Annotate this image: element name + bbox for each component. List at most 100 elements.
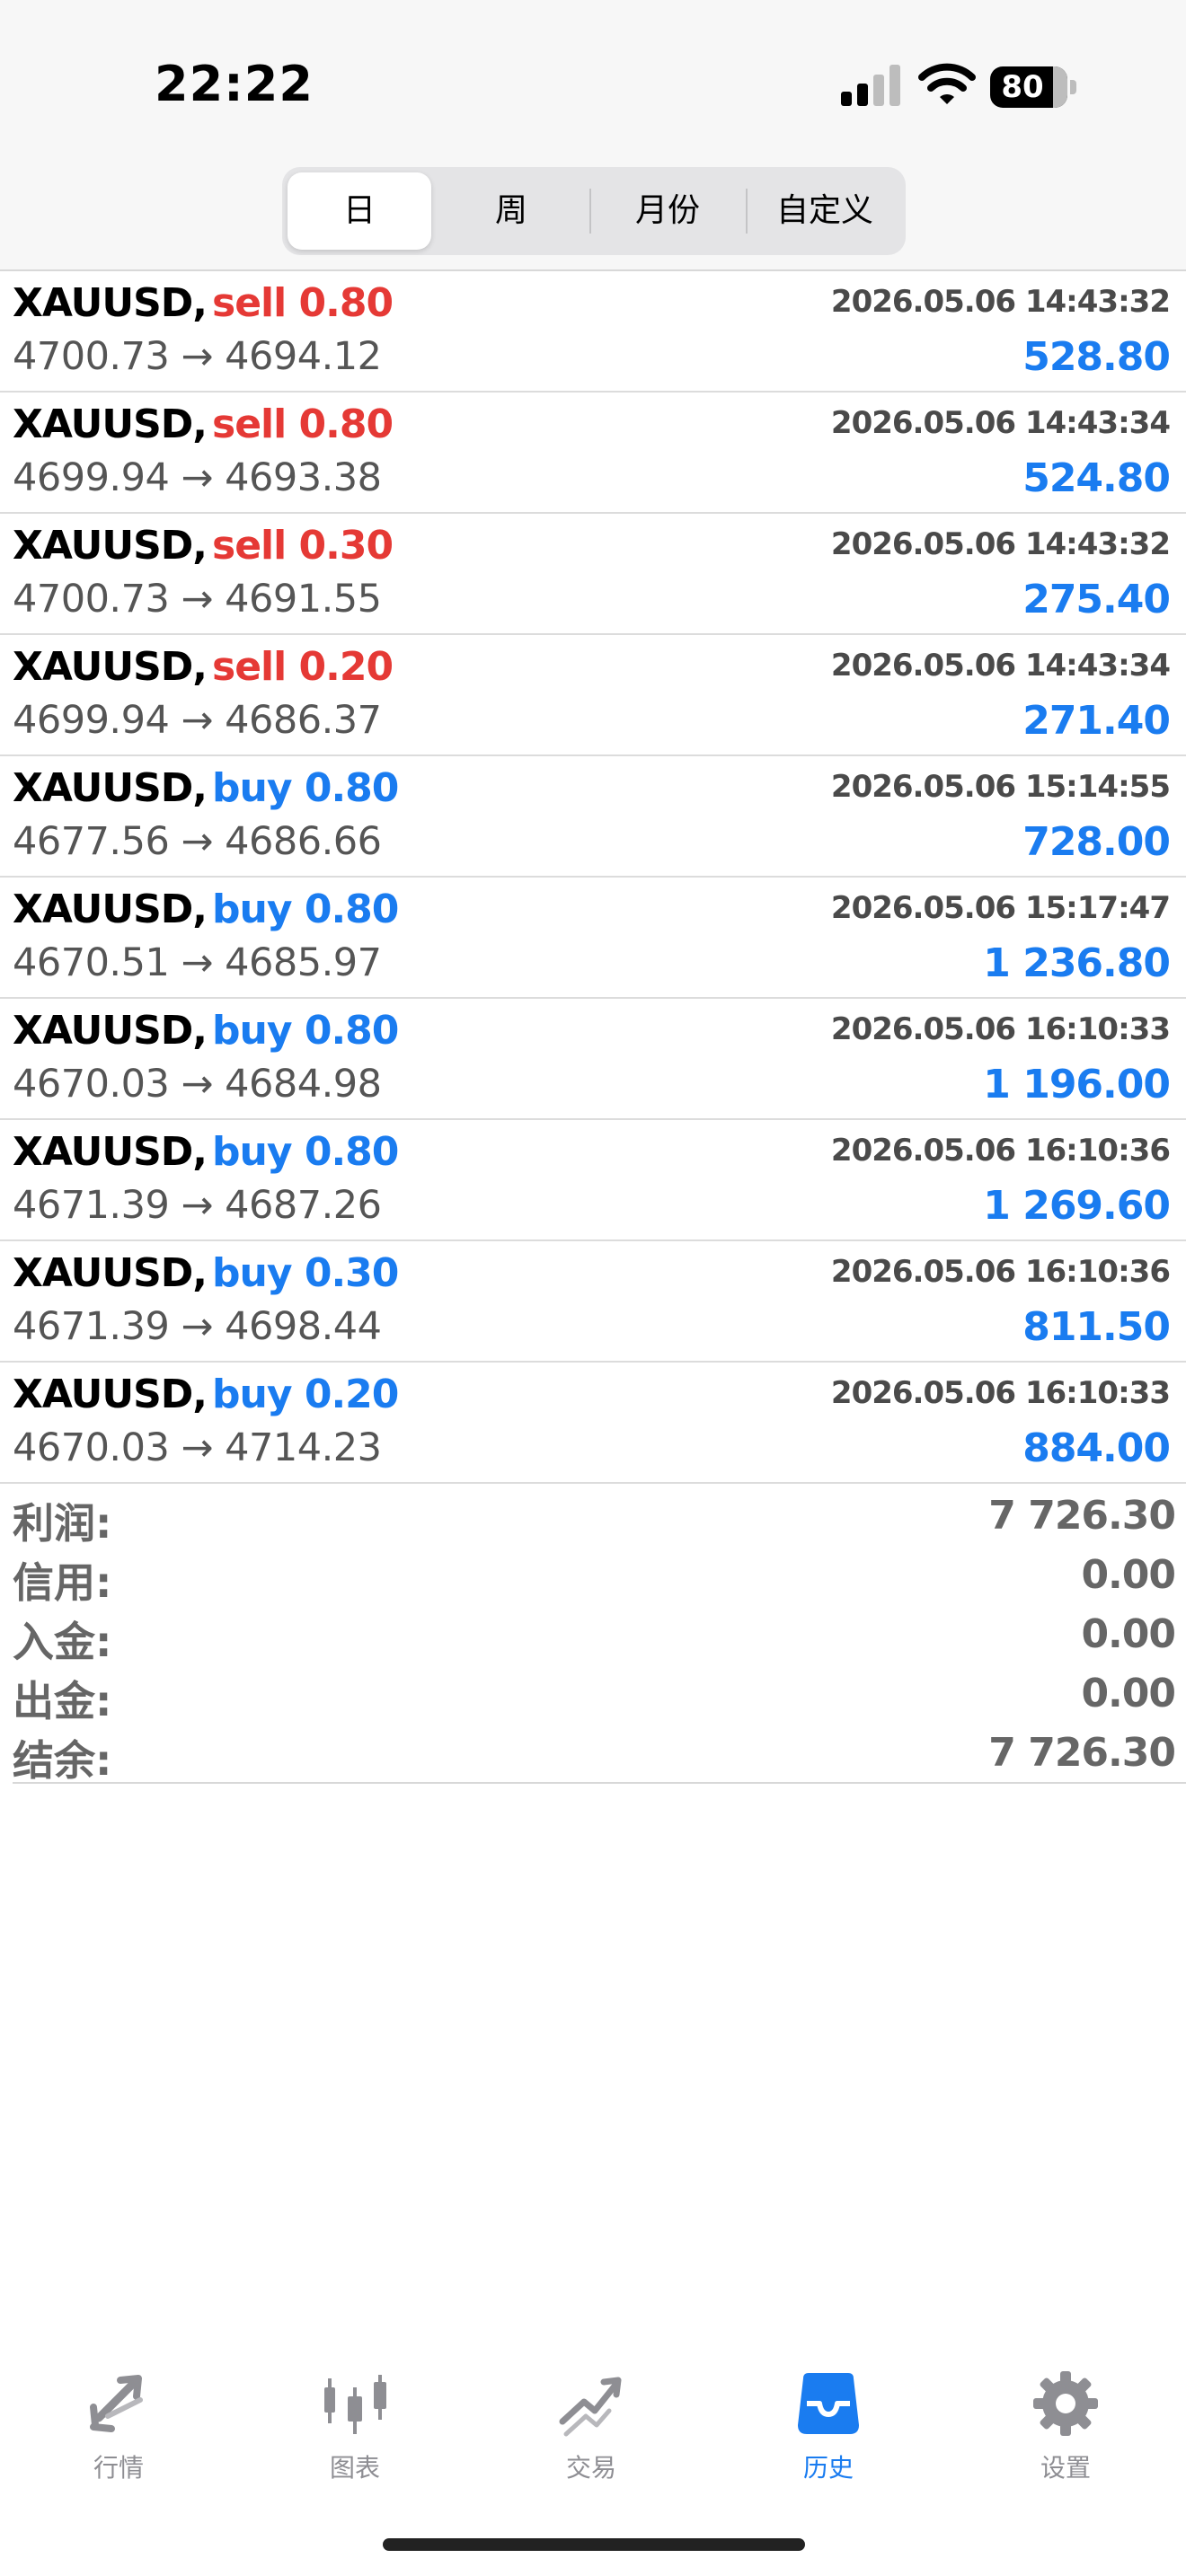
- trade-prices: 4671.39 → 4698.44: [13, 1304, 382, 1349]
- summary-row-credit: 信用: 0.00: [13, 1545, 1186, 1607]
- summary-label: 信用:: [13, 1558, 112, 1607]
- trade-row[interactable]: XAUUSD, buy 0.80 2026.05.06 16:10:36 4671…: [0, 1120, 1186, 1241]
- trade-profit: 275.40: [1022, 577, 1171, 622]
- trade-profit: 1 196.00: [983, 1062, 1171, 1107]
- trade-time: 2026.05.06 16:10:33: [830, 1375, 1171, 1411]
- trade-prices: 4677.56 → 4686.66: [13, 819, 382, 864]
- summary-value: 7 726.30: [988, 1493, 1176, 1539]
- tab-history[interactable]: 历史: [739, 2366, 918, 2492]
- tab-settings[interactable]: 设置: [976, 2366, 1155, 2492]
- summary-value: 0.00: [1081, 1671, 1176, 1716]
- home-indicator[interactable]: [383, 2538, 805, 2551]
- trade-row[interactable]: XAUUSD, buy 0.30 2026.05.06 16:10:36 4671…: [0, 1241, 1186, 1363]
- trade-symbol: XAUUSD,: [13, 523, 208, 569]
- battery-icon: 80: [990, 66, 1078, 108]
- summary-label: 入金:: [13, 1618, 112, 1666]
- summary-label: 结余:: [13, 1736, 112, 1785]
- trade-row[interactable]: XAUUSD, buy 0.80 2026.05.06 16:10:33 4670…: [0, 999, 1186, 1120]
- trade-profit: 728.00: [1022, 819, 1171, 865]
- period-segmented-control: 日 周 月份 自定义: [282, 167, 906, 255]
- trade-direction-lots: buy 0.80: [212, 887, 399, 932]
- trade-row[interactable]: XAUUSD, sell 0.80 2026.05.06 14:43:32 470…: [0, 271, 1186, 393]
- trade-prices: 4670.51 → 4685.97: [13, 940, 382, 985]
- trade-prices: 4671.39 → 4687.26: [13, 1183, 382, 1228]
- trade-time: 2026.05.06 14:43:32: [830, 526, 1171, 562]
- trade-direction-lots: buy 0.30: [212, 1250, 399, 1296]
- tab-custom[interactable]: 自定义: [749, 172, 900, 250]
- tab-quotes[interactable]: 行情: [29, 2366, 208, 2492]
- trade-time: 2026.05.06 15:14:55: [830, 769, 1171, 805]
- trade-direction-lots: buy 0.80: [212, 765, 399, 811]
- segment-divider: [746, 189, 748, 234]
- trade-prices: 4670.03 → 4714.23: [13, 1425, 382, 1470]
- battery-level: 80: [1001, 69, 1044, 105]
- trade-direction-lots: sell 0.80: [212, 280, 394, 326]
- candlestick-chart-icon: [324, 2375, 386, 2434]
- trade-symbol: XAUUSD,: [13, 1250, 208, 1296]
- tab-label: 交易: [565, 2453, 616, 2483]
- summary-label: 出金:: [13, 1677, 112, 1725]
- trade-time: 2026.05.06 14:43:32: [830, 284, 1171, 320]
- tab-charts[interactable]: 图表: [265, 2366, 445, 2492]
- trade-prices: 4700.73 → 4691.55: [13, 577, 382, 622]
- trade-time: 2026.05.06 14:43:34: [830, 405, 1171, 441]
- tab-label: 行情: [93, 2453, 144, 2483]
- tab-week[interactable]: 周: [437, 172, 586, 250]
- header-area: 22:22 80 日 周 月份 自定义: [0, 0, 1186, 269]
- gear-icon: [1033, 2371, 1098, 2436]
- summary-row-profit: 利润: 7 726.30: [13, 1486, 1186, 1548]
- tab-day[interactable]: 日: [288, 172, 431, 250]
- account-summary: 利润: 7 726.30 信用: 0.00 入金: 0.00 出金: 0.00 …: [13, 1486, 1186, 1785]
- tab-month[interactable]: 月份: [593, 172, 742, 250]
- bottom-tab-bar: 行情 图表 交易 历史 设置: [0, 2344, 1186, 2524]
- trade-prices: 4670.03 → 4684.98: [13, 1062, 382, 1107]
- trade-row[interactable]: XAUUSD, sell 0.80 2026.05.06 14:43:34 469…: [0, 393, 1186, 514]
- trade-direction-lots: buy 0.20: [212, 1372, 399, 1417]
- quotes-arrows-icon: [90, 2375, 143, 2432]
- history-inbox-icon: [798, 2373, 859, 2434]
- trade-prices: 4699.94 → 4693.38: [13, 455, 382, 500]
- trade-symbol: XAUUSD,: [13, 280, 208, 326]
- trade-symbol: XAUUSD,: [13, 887, 208, 932]
- trade-row[interactable]: XAUUSD, buy 0.20 2026.05.06 16:10:33 4670…: [0, 1363, 1186, 1484]
- summary-row-balance: 结余: 7 726.30: [13, 1723, 1186, 1785]
- summary-row-withdrawal: 出金: 0.00: [13, 1663, 1186, 1725]
- tab-trade[interactable]: 交易: [501, 2366, 681, 2492]
- summary-row-deposit: 入金: 0.00: [13, 1604, 1186, 1666]
- trade-profit: 811.50: [1022, 1304, 1171, 1350]
- signal-icon: [841, 65, 900, 106]
- trade-direction-lots: sell 0.20: [212, 644, 394, 690]
- trade-symbol: XAUUSD,: [13, 1372, 208, 1417]
- trade-trend-icon: [559, 2377, 622, 2437]
- trade-prices: 4699.94 → 4686.37: [13, 698, 382, 743]
- trade-row[interactable]: XAUUSD, sell 0.20 2026.05.06 14:43:34 469…: [0, 635, 1186, 756]
- trade-symbol: XAUUSD,: [13, 765, 208, 811]
- summary-label: 利润:: [13, 1499, 112, 1548]
- trade-direction-lots: sell 0.30: [212, 523, 394, 569]
- trade-row[interactable]: XAUUSD, sell 0.30 2026.05.06 14:43:32 470…: [0, 514, 1186, 635]
- summary-value: 7 726.30: [988, 1730, 1176, 1776]
- summary-value: 0.00: [1081, 1552, 1176, 1598]
- wifi-icon: [918, 63, 976, 104]
- summary-value: 0.00: [1081, 1611, 1176, 1657]
- trade-profit: 271.40: [1022, 698, 1171, 744]
- trade-profit: 884.00: [1022, 1425, 1171, 1471]
- trade-profit: 1 236.80: [983, 940, 1171, 986]
- trade-direction-lots: buy 0.80: [212, 1008, 399, 1054]
- trade-row[interactable]: XAUUSD, buy 0.80 2026.05.06 15:14:55 4677…: [0, 756, 1186, 878]
- segment-divider: [589, 189, 591, 234]
- trade-time: 2026.05.06 16:10:33: [830, 1011, 1171, 1047]
- trade-row[interactable]: XAUUSD, buy 0.80 2026.05.06 15:17:47 4670…: [0, 878, 1186, 999]
- trade-time: 2026.05.06 14:43:34: [830, 648, 1171, 684]
- trade-prices: 4700.73 → 4694.12: [13, 334, 382, 379]
- tab-label: 历史: [802, 2453, 854, 2483]
- trade-time: 2026.05.06 16:10:36: [830, 1254, 1171, 1290]
- trade-profit: 528.80: [1022, 334, 1171, 380]
- trade-symbol: XAUUSD,: [13, 644, 208, 690]
- trade-history-list: XAUUSD, sell 0.80 2026.05.06 14:43:32 470…: [0, 269, 1186, 1484]
- trade-time: 2026.05.06 16:10:36: [830, 1133, 1171, 1169]
- trade-profit: 1 269.60: [983, 1183, 1171, 1229]
- trade-direction-lots: buy 0.80: [212, 1129, 399, 1175]
- status-bar: 22:22 80: [0, 0, 1186, 171]
- tab-label: 设置: [1040, 2453, 1091, 2483]
